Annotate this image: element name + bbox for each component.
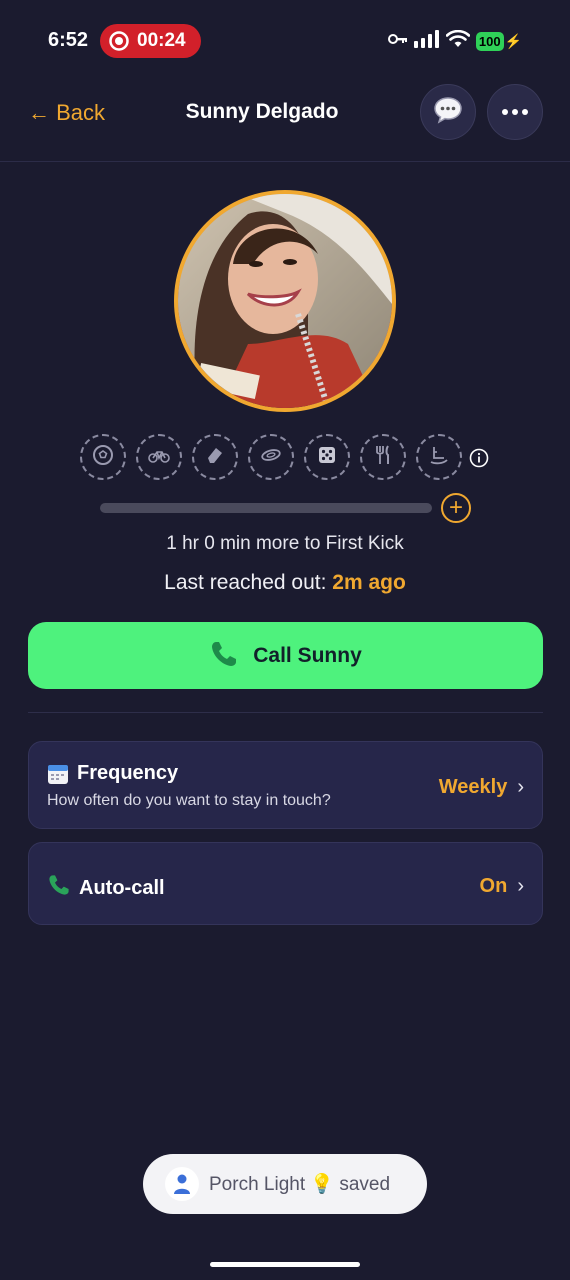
- speech-bubble-icon: [433, 96, 463, 129]
- status-time: 6:52: [48, 29, 89, 51]
- plus-icon: +: [448, 494, 463, 521]
- toast-text-before: Porch Light: [209, 1174, 306, 1195]
- last-reached-value: 2m ago: [332, 571, 406, 594]
- badge-rocking-horse[interactable]: [416, 434, 462, 480]
- chevron-right-icon: ›: [517, 776, 524, 798]
- frequency-label: Frequency: [77, 762, 179, 784]
- next-level-text: 1 hr 0 min more to First Kick: [166, 533, 404, 554]
- contact-avatar[interactable]: [174, 190, 396, 412]
- auto-call-value-text: On: [479, 875, 508, 897]
- more-options-button[interactable]: [487, 84, 543, 140]
- call-contact-button[interactable]: Call Sunny: [28, 622, 543, 689]
- frequency-title: Frequency: [47, 762, 178, 785]
- badge-soccer[interactable]: [80, 434, 126, 480]
- person-icon: [165, 1167, 199, 1201]
- last-reached-out: Last reached out: 2m ago: [0, 571, 570, 595]
- level-progress-bar: [100, 503, 432, 513]
- last-reached-label: Last reached out:: [164, 571, 327, 594]
- info-icon[interactable]: [469, 448, 489, 468]
- frequency-value: Weekly ›: [439, 776, 524, 799]
- lightbulb-icon: 💡: [310, 1174, 335, 1195]
- add-time-button[interactable]: +: [441, 493, 471, 523]
- battery-level: 100: [475, 32, 504, 51]
- calendar-icon: [47, 763, 69, 785]
- signal-icon: [413, 30, 440, 53]
- badge-dice[interactable]: [304, 434, 350, 480]
- contact-photo: [178, 194, 392, 408]
- key-icon: [387, 32, 408, 51]
- nav-header: ← Back Sunny Delgado: [0, 80, 570, 162]
- phone-icon: [209, 639, 239, 672]
- frisbee-icon: [259, 443, 283, 472]
- home-indicator[interactable]: [210, 1262, 360, 1267]
- auto-call-value: On ›: [480, 875, 524, 898]
- auto-call-label: Auto-call: [79, 876, 165, 899]
- chevron-right-icon: ›: [517, 875, 524, 897]
- message-button[interactable]: [420, 84, 476, 140]
- saved-toast: Porch Light 💡 saved: [143, 1154, 427, 1214]
- call-button-label: Call Sunny: [253, 643, 362, 667]
- divider: [28, 712, 543, 713]
- recording-timer: 00:24: [137, 30, 186, 51]
- badge-bicycle[interactable]: [136, 434, 182, 480]
- bicycle-icon: [147, 443, 171, 472]
- rocking-horse-icon: [427, 443, 451, 472]
- toast-message: Porch Light 💡 saved: [209, 1172, 390, 1196]
- frequency-subtitle: How often do you want to stay in touch?: [47, 792, 331, 809]
- record-icon: [109, 31, 129, 51]
- auto-call-title: Auto-call: [47, 873, 165, 903]
- toast-text-after: saved: [339, 1174, 391, 1195]
- badge-dining[interactable]: [360, 434, 406, 480]
- badge-eraser[interactable]: [192, 434, 238, 480]
- more-dots-icon: [501, 103, 529, 121]
- badge-frisbee[interactable]: [248, 434, 294, 480]
- fork-knife-icon: [371, 443, 395, 472]
- status-bar: 6:52 00:24 100 ⚡: [0, 0, 570, 80]
- status-indicators: 100 ⚡: [387, 29, 522, 53]
- screen-recording-indicator[interactable]: 00:24: [100, 24, 201, 58]
- soccer-ball-icon: [91, 443, 115, 472]
- frequency-value-text: Weekly: [438, 776, 508, 798]
- dice-icon: [315, 443, 339, 472]
- wifi-icon: [445, 29, 471, 53]
- frequency-setting-row[interactable]: Frequency How often do you want to stay …: [28, 741, 543, 829]
- auto-call-setting-row[interactable]: Auto-call On ›: [28, 842, 543, 925]
- battery-icon: 100 ⚡: [475, 32, 522, 51]
- phone-receiver-icon: [47, 873, 71, 903]
- eraser-icon: [203, 443, 227, 472]
- charging-bolt-icon: ⚡: [504, 33, 522, 49]
- activity-badges: [80, 434, 462, 480]
